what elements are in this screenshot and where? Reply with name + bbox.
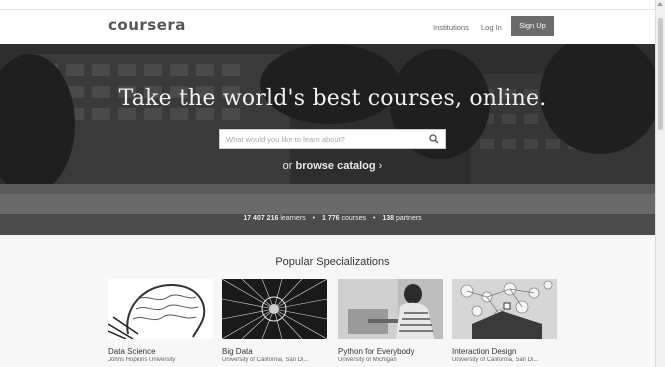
stats-line: 17 407 216 learners • 1 776 courses • 13… [0,215,655,222]
chevron-right-icon: › [378,160,383,172]
card-university: University of California, San Di... [452,357,539,363]
partners-count: 138 [382,215,395,222]
scrollbar-thumb[interactable] [658,18,663,130]
card-title[interactable]: Big Data [222,347,327,356]
institutions-link[interactable]: Institutions [433,23,469,32]
vertical-scrollbar[interactable] [655,0,665,367]
browse-label[interactable]: browse catalog [296,160,376,172]
section-title: Popular Specializations [275,256,390,268]
card-image-interaction-design[interactable] [452,279,557,339]
card-image-data-burst[interactable] [221,278,328,340]
bullet-separator: • [312,215,316,222]
coursera-logo[interactable]: coursera [108,16,186,34]
bullet-separator: • [372,215,376,222]
card-title[interactable]: Python for Everybody [338,347,443,356]
hero-banner: Take the world's best courses, online. o… [0,44,655,235]
card-university: University of Michigan [338,357,397,363]
popular-specializations-section: Popular Specializations Data Science Joh… [0,235,655,367]
courses-count: 1 776 [321,215,340,222]
search-icon[interactable] [429,134,439,144]
card-title[interactable]: Data Science [108,347,213,356]
login-link[interactable]: Log In [481,23,502,32]
browse-prefix: or [282,160,293,172]
search-box[interactable] [219,129,446,149]
card-title[interactable]: Interaction Design [452,347,557,356]
specialization-card[interactable]: Data Science Johns Hopkins University [107,279,213,363]
search-input[interactable] [220,130,425,148]
partners-label: partners [395,215,422,222]
learners-count: 17 407 216 [243,215,279,222]
learners-label: learners [280,215,306,222]
hero-headline: Take the world's best courses, online. [118,86,547,111]
scroll-up-arrow-icon[interactable] [657,2,663,6]
specialization-card[interactable]: Python for Everybody University of Michi… [338,279,443,363]
courses-label: courses [341,215,366,222]
specialization-card[interactable]: Big Data University of California, San D… [221,278,328,363]
card-university: University of California, San Di... [222,357,309,363]
browse-catalog-link[interactable]: or browse catalog › [0,160,655,172]
top-nav: coursera Institutions Log In Sign Up [0,10,655,44]
signup-button[interactable]: Sign Up [511,16,554,36]
specialization-card[interactable]: Interaction Design University of Califor… [452,279,557,363]
browser-window: coursera Institutions Log In Sign Up Tak… [0,0,665,367]
card-image-person-laptop[interactable] [338,279,443,339]
card-image-brain[interactable] [107,279,213,340]
top-edge [0,0,665,10]
card-university: Johns Hopkins University [108,357,176,363]
